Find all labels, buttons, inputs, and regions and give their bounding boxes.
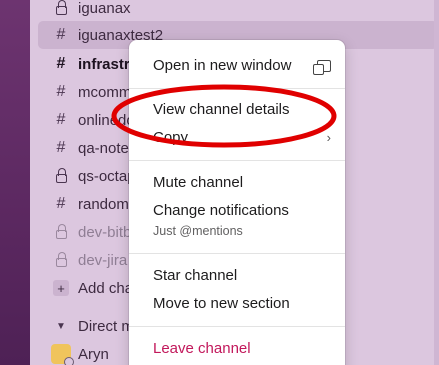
menu-item-label: View channel details xyxy=(153,101,290,118)
star-channel-item[interactable]: Star channel xyxy=(153,267,331,284)
menu-item-label: Open in new window xyxy=(153,57,292,74)
menu-item-label: Star channel xyxy=(153,267,238,284)
hash-icon: # xyxy=(56,83,66,100)
menu-item-label: Copy xyxy=(153,129,189,146)
menu-divider xyxy=(129,160,345,161)
dm-user-name: Aryn xyxy=(78,345,109,363)
lock-icon xyxy=(50,252,72,267)
avatar xyxy=(50,344,74,365)
copy-submenu-item[interactable]: Copy › xyxy=(153,129,331,146)
menu-item-label: Change notifications xyxy=(153,202,289,219)
lock-icon xyxy=(50,0,72,15)
menu-divider xyxy=(129,88,345,89)
view-channel-details-item[interactable]: View channel details xyxy=(153,101,331,118)
channel-name: qa-note xyxy=(78,139,129,157)
channel-name: onlinedo xyxy=(78,111,135,129)
channel-name: dev-bitb xyxy=(78,223,132,241)
plus-icon: + xyxy=(50,280,72,296)
sidebar-channel-iguanax[interactable]: iguanax xyxy=(38,0,438,22)
workspace-rail xyxy=(0,0,30,365)
hash-icon: # xyxy=(56,55,66,72)
chevron-right-icon: › xyxy=(326,130,331,145)
section-label: Direct m xyxy=(78,317,134,335)
caret-down-icon: ▼ xyxy=(56,320,66,332)
channel-name: random xyxy=(78,195,129,213)
add-channel-label: Add cha xyxy=(78,279,134,297)
hash-icon: # xyxy=(56,195,66,212)
menu-item-label: Leave channel xyxy=(153,340,251,357)
change-notifications-item[interactable]: Change notifications xyxy=(153,202,331,219)
menu-divider xyxy=(129,326,345,327)
lock-icon xyxy=(50,168,72,183)
channel-context-menu: Open in new window View channel details … xyxy=(129,40,345,365)
channel-name: iguanax xyxy=(78,0,131,17)
notifications-current-value: Just @mentions xyxy=(153,224,243,238)
move-to-new-section-item[interactable]: Move to new section xyxy=(153,295,331,312)
hash-icon: # xyxy=(56,111,66,128)
menu-divider xyxy=(129,253,345,254)
hash-icon: # xyxy=(56,26,66,43)
menu-item-label: Move to new section xyxy=(153,295,290,312)
open-in-new-window-item[interactable]: Open in new window xyxy=(153,57,331,75)
channel-name: qs-octap xyxy=(78,167,136,185)
leave-channel-item[interactable]: Leave channel xyxy=(153,340,331,357)
hash-icon: # xyxy=(56,139,66,156)
menu-item-label: Mute channel xyxy=(153,174,244,191)
lock-icon xyxy=(50,224,72,239)
mute-channel-item[interactable]: Mute channel xyxy=(153,174,331,191)
channel-name: dev-jira xyxy=(78,251,128,269)
channel-name: mcomm xyxy=(78,83,132,101)
new-window-icon xyxy=(313,59,331,75)
